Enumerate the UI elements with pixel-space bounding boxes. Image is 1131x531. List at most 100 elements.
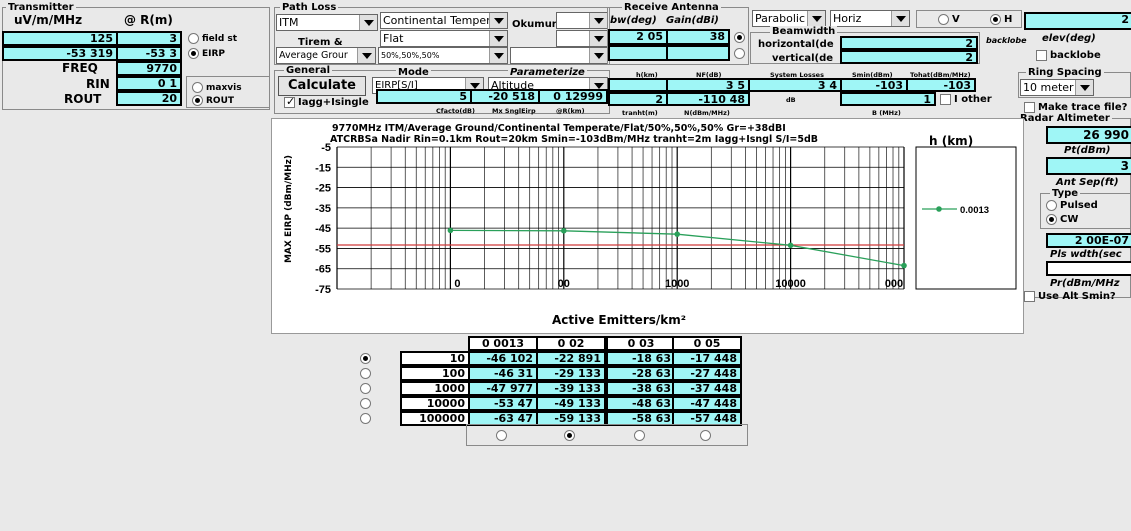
model-select[interactable]: ITM [276,14,378,31]
table-cell: -37 448 [672,381,742,396]
rout-label: ROUT [64,92,102,106]
table-cell: -46 102 [468,351,538,366]
cfactor-value[interactable]: 5 [376,89,472,104]
radar-value-1[interactable]: 26 990 [1046,126,1131,144]
pls-value[interactable] [1046,261,1131,276]
table-row-radio[interactable] [360,368,371,379]
h-value[interactable] [608,78,668,92]
x-tick-label: 00 [558,278,570,290]
chevron-down-icon [489,13,507,28]
data-point [561,228,567,234]
iagg-checkbox[interactable] [284,95,295,108]
table-header-cell: 0 03 [606,336,676,351]
table-row-label: 10000 [400,396,470,411]
orient-select[interactable]: Horiz [830,10,910,27]
backlobe-checkbox[interactable] [1036,50,1047,61]
tirem-select[interactable] [556,30,608,47]
table-cell: -47 977 [468,381,538,396]
table-row-radio[interactable] [360,413,371,424]
beamwidth-title: Beamwidth [770,26,838,37]
pct-select[interactable]: 50%,50%,50% [378,47,508,64]
cw-label: CW [1060,214,1079,225]
beamwidth-radio[interactable] [734,48,745,59]
trace-checkbox[interactable] [1024,102,1035,113]
elev-label: elev(deg) [1042,33,1096,44]
x-tick-label: 10000 [775,278,806,290]
r-value[interactable]: 3 [116,31,182,46]
legend-label: 0.0013 [960,205,989,216]
table-row-radio[interactable] [360,383,371,394]
rin-value[interactable]: 0 1 [116,76,182,91]
eirp-radio[interactable] [188,48,199,59]
sysloss-value[interactable]: 3 4 [748,78,842,92]
chevron-down-icon [891,11,909,26]
mxsngl-value[interactable]: -20 518 [470,89,540,104]
terrain-select[interactable]: Flat [380,30,508,47]
table-cell: -49 133 [536,396,606,411]
right-value[interactable]: 2 [1024,12,1131,30]
general-title: General [284,65,332,76]
uvm-value[interactable]: 125 [2,31,118,46]
rkm-value[interactable]: 0 12999 [538,89,608,104]
rm-header: @ R(m) [124,13,173,27]
iother-label: I other [954,94,992,105]
pol-h-radio[interactable] [990,14,1001,25]
gain-value[interactable]: 38 [666,29,730,45]
radar-value-3[interactable]: 2 00E-07 [1046,233,1131,248]
table-cell: -18 63 [606,351,676,366]
table-row-radio[interactable] [360,398,371,409]
pulsed-radio[interactable] [1046,200,1057,211]
antenna-type-select[interactable]: Parabolic [752,10,826,27]
chart-svg: -5-15-25-35-45-55-65-75 0 00 1000 10000 0000.… [315,142,1017,296]
table-row-radio[interactable] [360,353,371,364]
rout-radio-label: ROUT [206,96,235,106]
backlobe-label: backlobe [986,36,1027,45]
bw-value[interactable]: 2 05 [608,29,668,45]
gain-radio[interactable] [734,32,745,43]
nf-value[interactable]: 3 5 [666,78,750,92]
radar-value-2[interactable]: 3 [1046,157,1131,175]
calculate-button[interactable]: Calculate [278,76,366,96]
pt-label: Pt(dBm) [1064,145,1111,156]
okumura-select[interactable] [556,12,608,29]
freq-label: FREQ [62,61,98,75]
data-point [787,242,794,249]
b-value[interactable]: 1 [840,92,936,106]
maxvis-radio[interactable] [192,82,203,93]
iother-checkbox[interactable] [940,94,951,105]
table-row-label: 1000 [400,381,470,396]
table-cell: -46 31 [468,366,538,381]
cfactor-label: Cfacto(dB) [436,107,475,115]
table-cell: -39 133 [536,381,606,396]
y-tick-label: -65 [315,264,331,276]
use-alt-checkbox[interactable] [1024,291,1035,302]
chevron-down-icon [807,11,825,26]
column-radio-box [466,424,748,446]
bw-value-2[interactable] [608,45,668,61]
table-cell: -29 133 [536,366,606,381]
smin-value[interactable]: -103 [840,78,908,92]
rout-radio[interactable] [192,95,203,106]
n-value[interactable]: -110 48 [666,92,750,106]
gain-value-2[interactable] [666,45,730,61]
rout-value[interactable]: 20 [116,91,182,106]
climate-select[interactable]: Continental Temper [380,12,508,29]
vert-value[interactable]: 2 [840,50,978,64]
chevron-down-icon [357,48,375,63]
freq-value[interactable]: 9770 [116,61,182,76]
eirp-value-2[interactable]: -53 3 [116,46,182,61]
data-point [901,262,907,269]
bw-label: bw(deg) [610,15,657,26]
horiz-value[interactable]: 2 [840,36,978,50]
extra-select[interactable] [510,47,608,64]
ring-spacing-select[interactable]: 10 meter [1020,79,1094,96]
tohat-value[interactable]: -103 [906,78,976,92]
table-cell: -22 891 [536,351,606,366]
chevron-down-icon [489,31,507,46]
tranht-value[interactable]: 2 [608,92,668,106]
field-strength-radio[interactable] [188,33,199,44]
eirp-value-1[interactable]: -53 319 [2,46,118,61]
pol-v-radio[interactable] [938,14,949,25]
cw-radio[interactable] [1046,214,1057,225]
ground-select[interactable]: Average Grour [276,47,376,64]
